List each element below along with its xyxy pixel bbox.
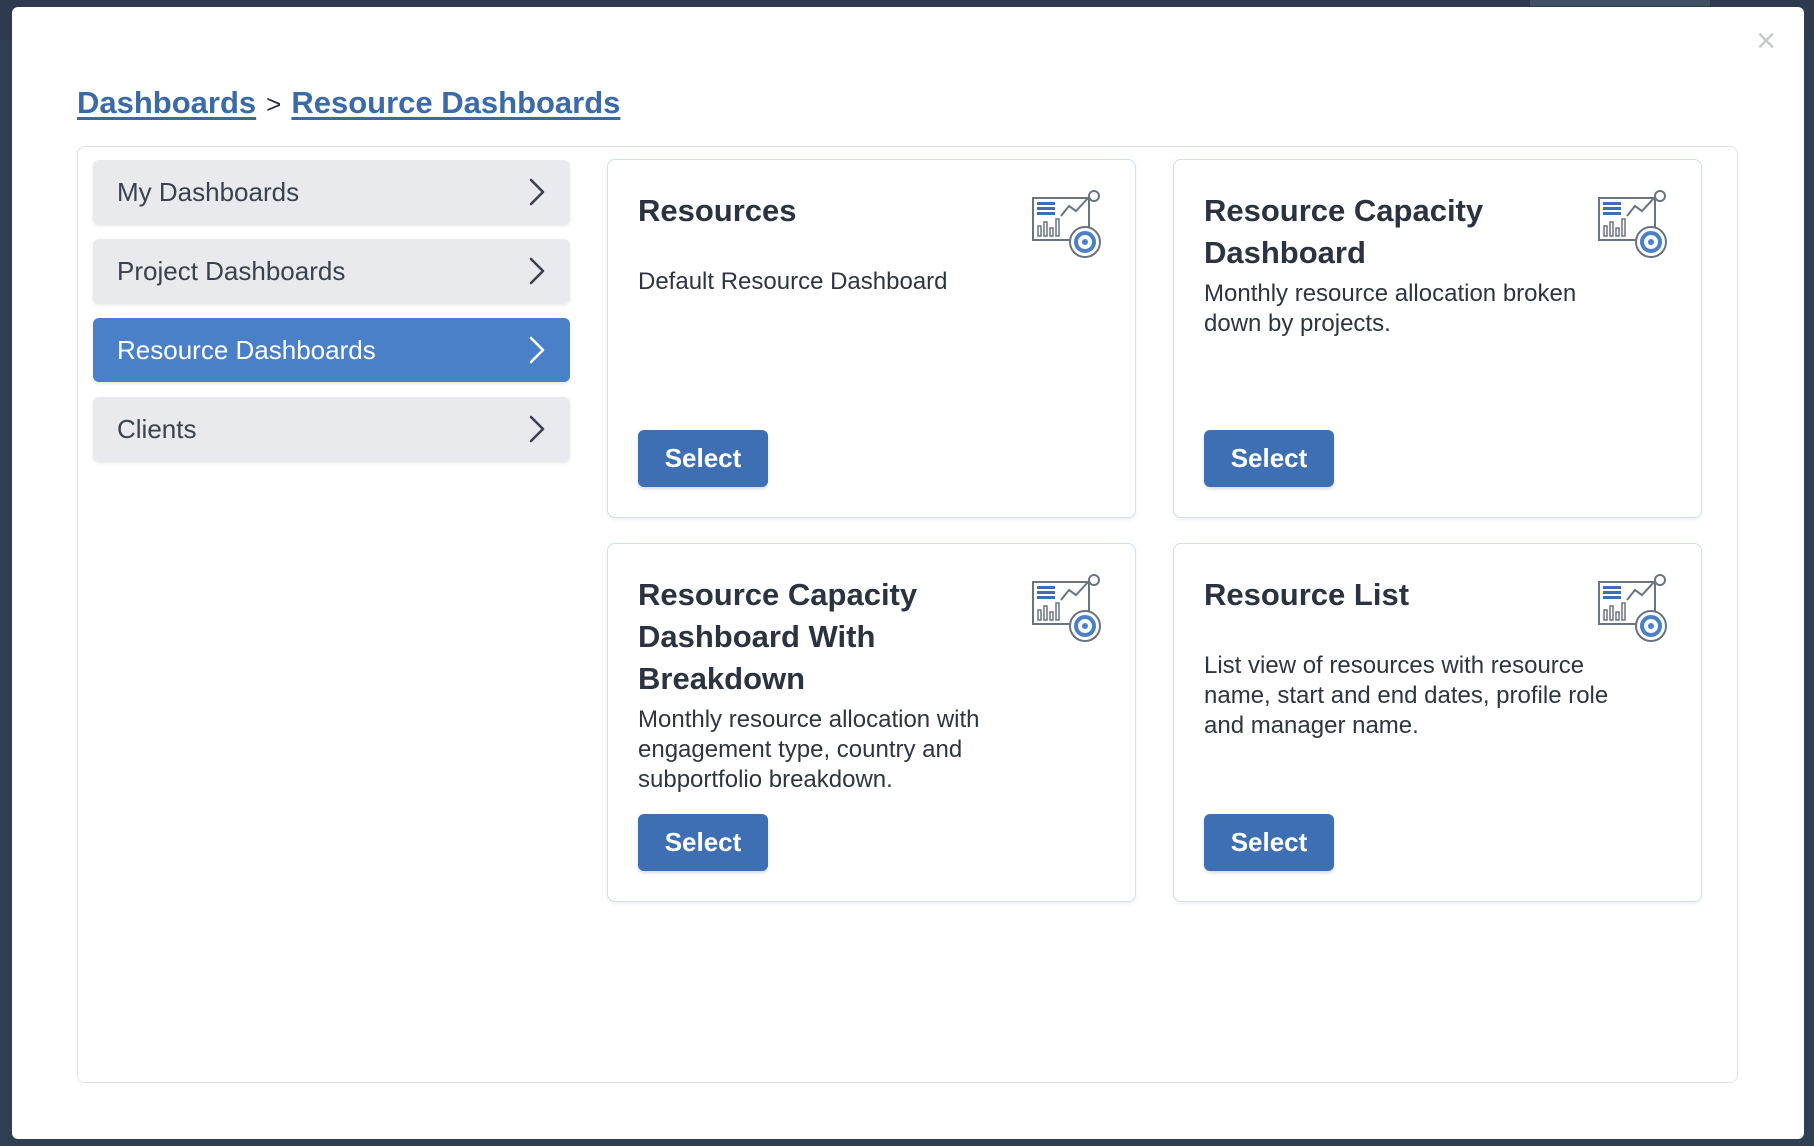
background-app-element [1530, 0, 1710, 6]
select-button[interactable]: Select [1204, 430, 1334, 487]
sidebar-item-label: Clients [117, 413, 197, 444]
breadcrumb-separator: > [266, 89, 282, 119]
chevron-right-icon [528, 256, 546, 286]
breadcrumb-dashboards-link[interactable]: Dashboards [77, 85, 256, 121]
breadcrumb: Dashboards > Resource Dashboards [77, 85, 620, 121]
sidebar-item-clients[interactable]: Clients [93, 397, 570, 461]
dashboard-analytics-icon [1597, 190, 1671, 262]
select-button[interactable]: Select [1204, 814, 1334, 871]
card-description: Monthly resource allocation broken down … [1204, 280, 1577, 337]
breadcrumb-resource-dashboards-link[interactable]: Resource Dashboards [291, 85, 620, 121]
dashboard-analytics-icon [1031, 574, 1105, 646]
dashboard-analytics-icon [1031, 190, 1105, 262]
sidebar-item-my-dashboards[interactable]: My Dashboards [93, 160, 570, 224]
card-title: Resource List [1204, 577, 1410, 612]
dashboard-analytics-icon [1597, 574, 1671, 646]
sidebar-item-project-dashboards[interactable]: Project Dashboards [93, 239, 570, 303]
select-button[interactable]: Select [638, 430, 768, 487]
card-title: Resource Capacity Dashboard [1204, 193, 1484, 270]
chevron-right-icon [528, 335, 546, 365]
dashboard-card-resource-capacity: Resource Capacity Dashboard Monthly reso… [1173, 159, 1702, 518]
sidebar-item-label: Project Dashboards [117, 255, 346, 286]
card-title: Resource Capacity Dashboard With Breakdo… [638, 577, 918, 696]
dashboard-card-resource-capacity-breakdown: Resource Capacity Dashboard With Breakdo… [607, 543, 1136, 902]
card-description: List view of resources with resource nam… [1204, 652, 1609, 739]
card-title: Resources [638, 193, 797, 228]
card-description: Default Resource Dashboard [638, 268, 948, 295]
dashboard-picker-modal: × Dashboards > Resource Dashboards My Da… [12, 7, 1804, 1139]
dashboard-panel: My Dashboards Project Dashboards Resourc… [77, 146, 1738, 1083]
sidebar-item-label: Resource Dashboards [117, 334, 376, 365]
sidebar-item-label: My Dashboards [117, 176, 300, 207]
close-button[interactable]: × [1750, 24, 1782, 58]
chevron-right-icon [528, 177, 546, 207]
close-icon[interactable]: × [1756, 24, 1776, 58]
card-description: Monthly resource allocation with engagem… [638, 706, 980, 793]
chevron-right-icon [528, 414, 546, 444]
sidebar-item-resource-dashboards[interactable]: Resource Dashboards [93, 318, 570, 382]
dashboard-card-resource-list: Resource List List view of resources wit… [1173, 543, 1702, 902]
dashboard-card-resources: Resources Default Resource Dashboard Sel… [607, 159, 1136, 518]
select-button[interactable]: Select [638, 814, 768, 871]
